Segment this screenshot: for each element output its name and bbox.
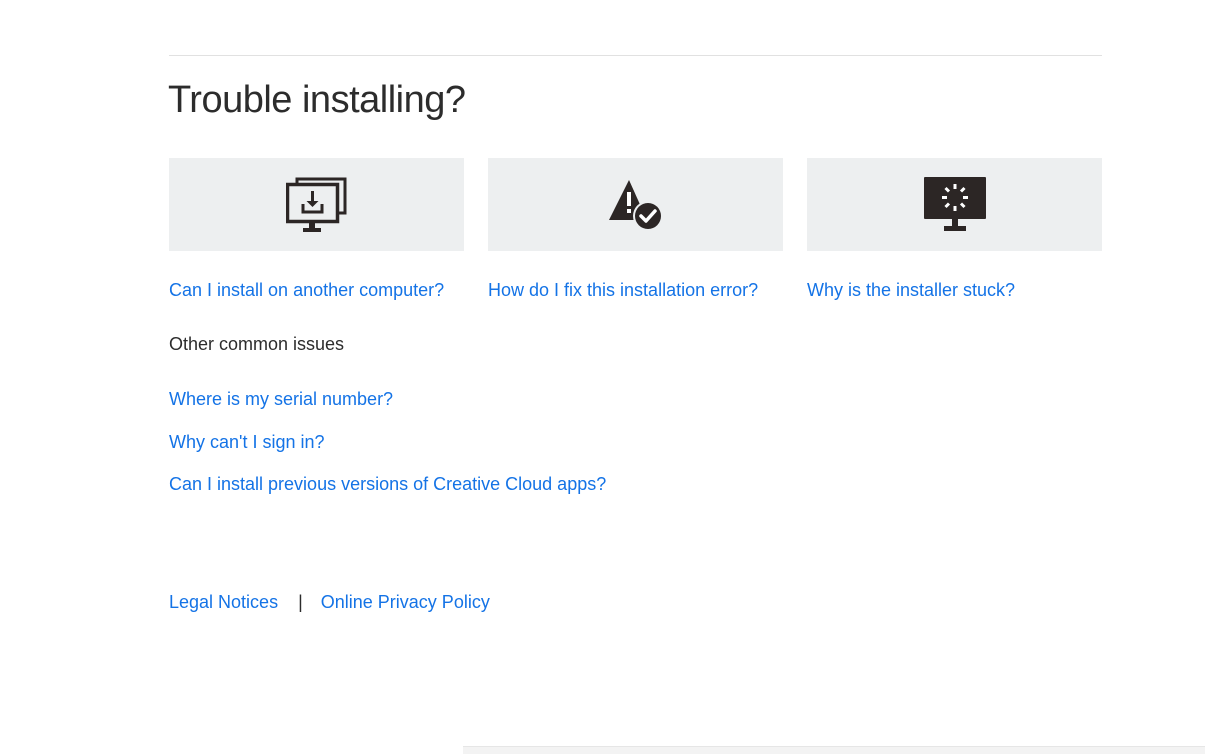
other-issues-heading: Other common issues [169, 334, 345, 354]
card-installation-error[interactable] [488, 158, 783, 251]
section-divider [169, 55, 1102, 56]
link-cant-sign-in[interactable]: Why can't I sign in? [169, 432, 325, 453]
card-installer-stuck[interactable] [807, 158, 1102, 251]
card-install-another-computer[interactable] [169, 158, 464, 251]
link-previous-versions[interactable]: Can I install previous versions of Creat… [169, 474, 606, 495]
install-on-multiple-computers-icon [285, 177, 348, 233]
link-install-another-computer[interactable]: Can I install on another computer? [169, 280, 444, 301]
footer: Legal Notices | Online Privacy Policy [169, 592, 490, 613]
privacy-policy-link[interactable]: Online Privacy Policy [321, 592, 490, 613]
monitor-loading-spinner-icon [923, 176, 986, 233]
link-fix-installation-error[interactable]: How do I fix this installation error? [488, 280, 758, 301]
footer-separator: | [298, 592, 303, 612]
link-serial-number[interactable]: Where is my serial number? [169, 389, 393, 410]
warning-with-checkmark-icon [607, 178, 665, 232]
page-title: Trouble installing? [168, 79, 466, 121]
legal-notices-link[interactable]: Legal Notices [169, 592, 278, 613]
link-installer-stuck[interactable]: Why is the installer stuck? [807, 280, 1015, 301]
